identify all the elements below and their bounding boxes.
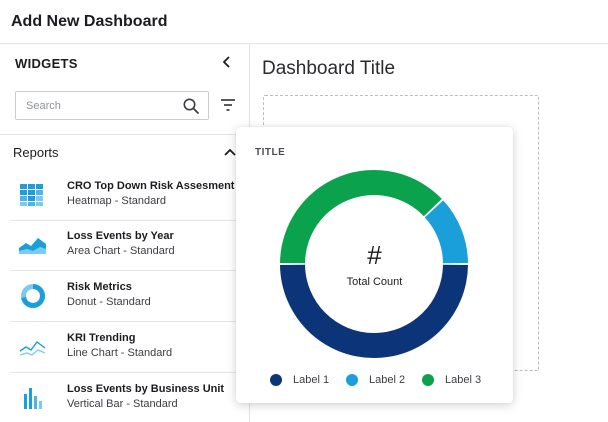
vertical-bar-icon — [24, 388, 42, 409]
widgets-heading: WIDGETS — [15, 56, 78, 71]
report-item-risk-metrics[interactable]: Risk Metrics Donut - Standard — [10, 272, 238, 322]
center-label: Total Count — [346, 276, 403, 288]
line-chart-icon — [19, 341, 46, 356]
collapse-sidebar-button[interactable] — [218, 53, 236, 71]
dashboard-title[interactable]: Dashboard Title — [262, 58, 395, 80]
donut-chart-icon — [21, 284, 45, 308]
report-name: KRI Trending — [67, 332, 136, 344]
report-item-loss-events-by-year[interactable]: Loss Events by Year Area Chart - Standar… — [10, 221, 238, 271]
filter-icon[interactable] — [219, 97, 237, 113]
report-item-cro-top-down[interactable]: CRO Top Down Risk Assesment Heatmap - St… — [10, 171, 238, 221]
page-title: Add New Dashboard — [11, 13, 168, 30]
legend-label: Label 1 — [293, 374, 330, 386]
legend-item-2[interactable]: Label 2 — [346, 372, 405, 388]
report-type: Area Chart - Standard — [67, 245, 175, 257]
report-name: CRO Top Down Risk Assesment — [67, 180, 235, 192]
widgets-sidebar: WIDGETS Reports CRO Top Down Risk Assesm… — [0, 44, 250, 422]
legend-swatch — [346, 374, 358, 386]
report-type: Donut - Standard — [67, 296, 151, 308]
legend-item-3[interactable]: Label 3 — [422, 372, 481, 388]
report-type: Heatmap - Standard — [67, 195, 167, 207]
report-name: Risk Metrics — [67, 281, 132, 293]
legend-swatch — [422, 374, 434, 386]
legend-label: Label 3 — [445, 374, 482, 386]
report-name: Loss Events by Business Unit — [67, 383, 225, 395]
search-field[interactable] — [15, 91, 209, 120]
area-chart-icon — [19, 238, 46, 254]
search-icon[interactable] — [182, 97, 200, 115]
report-item-kri-trending[interactable]: KRI Trending Line Chart - Standard — [10, 323, 238, 373]
search-input[interactable] — [26, 98, 176, 114]
legend-item-1[interactable]: Label 1 — [270, 372, 329, 388]
chart-legend: Label 1 Label 2 Label 3 — [236, 372, 513, 388]
report-type: Vertical Bar - Standard — [67, 398, 178, 410]
top-bar: Add New Dashboard — [0, 0, 608, 44]
report-name: Loss Events by Year — [67, 230, 174, 242]
report-type: Line Chart - Standard — [67, 347, 173, 359]
legend-swatch — [270, 374, 282, 386]
report-item-loss-events-by-bu[interactable]: Loss Events by Business Unit Vertical Ba… — [10, 374, 238, 422]
divider — [0, 134, 250, 135]
legend-label: Label 2 — [369, 374, 406, 386]
chevron-left-icon — [222, 56, 230, 68]
donut-widget-card[interactable]: TITLE # Total Count Label 1 Label 2 Label … — [236, 127, 513, 403]
heatmap-icon — [20, 184, 43, 206]
reports-section-heading[interactable]: Reports — [13, 145, 59, 160]
center-value: # — [367, 240, 382, 270]
